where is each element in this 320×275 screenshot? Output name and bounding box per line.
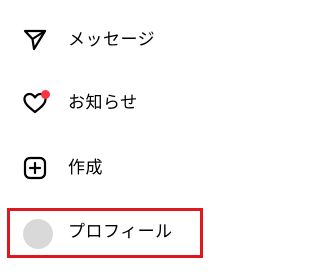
nav-item-label: お知らせ <box>68 93 138 113</box>
nav-item-label: 作成 <box>68 158 103 178</box>
nav-item-label: メッセージ <box>68 30 156 50</box>
heart-icon <box>22 90 50 116</box>
profile-highlight-box <box>7 208 203 258</box>
nav-item-messages[interactable]: メッセージ <box>0 15 257 65</box>
plus-square-icon <box>22 155 48 181</box>
notification-badge-dot <box>41 90 50 99</box>
nav-item-notifications[interactable]: お知らせ <box>0 78 257 128</box>
paper-plane-icon <box>22 27 48 53</box>
nav-item-create[interactable]: 作成 <box>0 143 257 193</box>
